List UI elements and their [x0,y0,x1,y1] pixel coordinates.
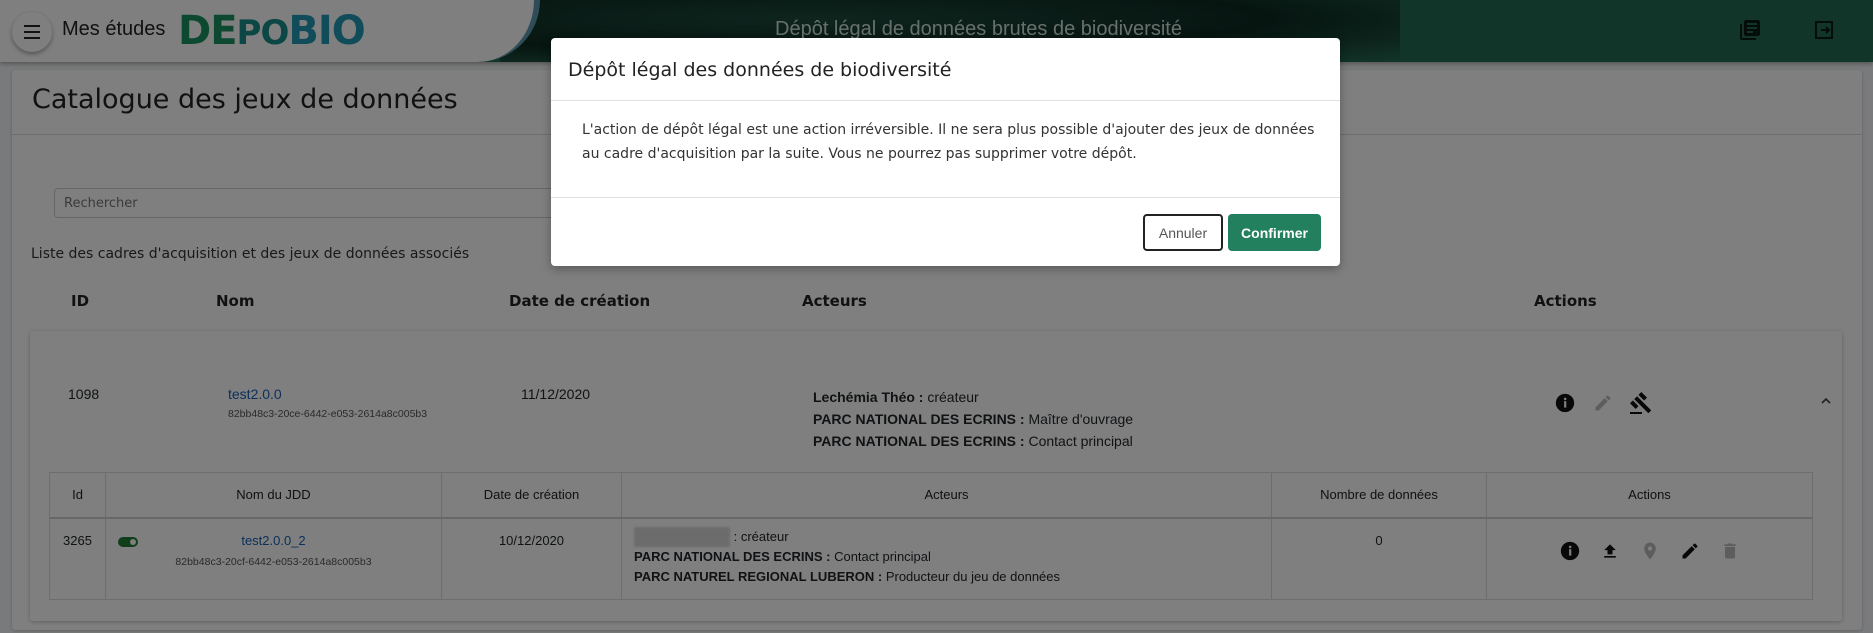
confirm-button[interactable]: Confirmer [1228,214,1321,251]
cancel-button[interactable]: Annuler [1143,214,1223,251]
dialog-body: L'action de dépôt légal est une action i… [582,122,1315,162]
dialog-header-divider [551,100,1340,101]
dialog-title: Dépôt légal des données de biodiversité [568,59,952,81]
dialog-footer-divider [551,197,1340,198]
legal-deposit-dialog: Dépôt légal des données de biodiversité … [551,38,1340,266]
